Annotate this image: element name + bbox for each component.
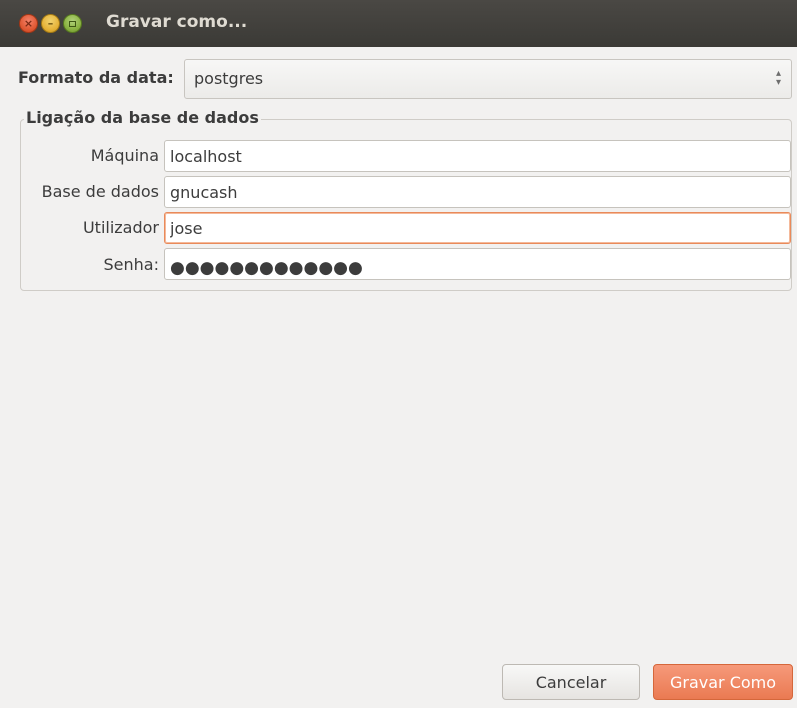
host-input[interactable] [164,140,791,172]
cancel-button[interactable]: Cancelar [502,664,640,700]
updown-arrows-icon: ▴ ▾ [775,68,781,88]
password-input[interactable] [164,248,791,280]
host-label: Máquina [90,146,159,165]
format-selected-value: postgres [194,69,264,88]
save-as-button[interactable]: Gravar Como [653,664,793,700]
database-label: Base de dados [41,182,159,201]
connection-frame-legend: Ligação da base de dados [24,108,261,127]
user-label: Utilizador [82,218,159,237]
password-label: Senha: [103,255,159,274]
close-icon: × [23,17,34,30]
window-title: Gravar como... [106,12,248,32]
close-window-button[interactable]: × [19,14,38,33]
database-input[interactable] [164,176,791,208]
format-label: Formato da data: [18,68,174,87]
maximize-icon [69,20,76,27]
title-bar: × – Gravar como... [0,0,797,47]
format-combobox[interactable]: postgres ▴ ▾ [184,59,792,99]
minimize-window-button[interactable]: – [41,14,60,33]
minimize-icon: – [47,17,54,30]
user-input[interactable] [164,212,791,244]
maximize-window-button[interactable] [63,14,82,33]
